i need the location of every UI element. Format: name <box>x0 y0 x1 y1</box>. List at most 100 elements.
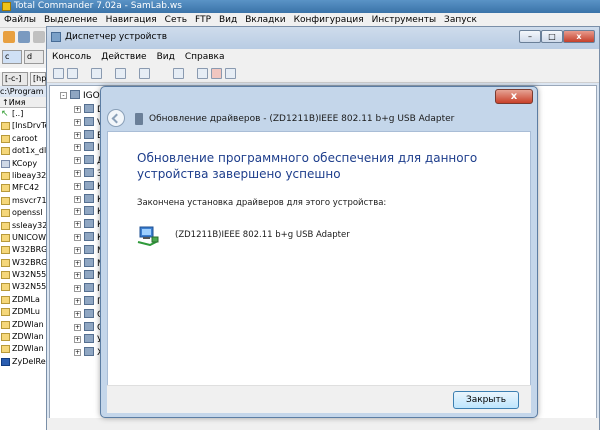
expand-icon[interactable]: + <box>74 131 81 139</box>
network-adapter-icon <box>137 224 159 247</box>
expand-icon[interactable]: + <box>74 208 81 216</box>
file-name: [InsDrvTem <box>12 121 46 131</box>
expand-icon[interactable]: + <box>74 221 81 229</box>
back-icon[interactable] <box>53 68 64 79</box>
properties-icon[interactable] <box>115 68 126 79</box>
expand-icon[interactable]: + <box>74 144 81 152</box>
file-row[interactable]: W32N55 <box>0 281 46 293</box>
expand-icon[interactable]: + <box>74 118 81 126</box>
file-icon <box>1 196 10 205</box>
file-row[interactable]: libeay32 <box>0 170 46 182</box>
expand-icon[interactable]: + <box>74 182 81 190</box>
file-row[interactable]: ZDMLa <box>0 294 46 306</box>
dm-menu-view[interactable]: Вид <box>152 49 180 65</box>
device-category-icon <box>84 168 94 177</box>
file-row[interactable]: ZyDelReg <box>0 356 46 368</box>
file-icon <box>1 233 10 242</box>
device-category-icon <box>84 155 94 165</box>
tc-title-bar: Total Commander 7.02a - SamLab.ws <box>0 0 600 13</box>
tc-column-name[interactable]: ↑Имя <box>0 97 46 108</box>
device-category-icon <box>84 334 94 344</box>
dm-menu-action[interactable]: Действие <box>96 49 151 65</box>
file-row[interactable]: ZDMLu <box>0 306 46 318</box>
expand-icon[interactable]: + <box>74 170 81 177</box>
help-icon[interactable] <box>139 68 150 79</box>
file-row[interactable]: dot1x_dll <box>0 145 46 157</box>
device-category-icon <box>84 180 94 190</box>
expand-icon[interactable]: + <box>74 106 81 113</box>
drive-c-button[interactable]: c <box>2 50 22 64</box>
file-row[interactable]: UNICOWS <box>0 232 46 244</box>
expand-icon[interactable]: + <box>74 259 81 267</box>
file-row[interactable]: [InsDrvTem <box>0 120 46 132</box>
file-row[interactable]: KCopy <box>0 158 46 170</box>
file-row[interactable]: ssleay32 <box>0 220 46 232</box>
file-icon <box>1 271 10 280</box>
tc-title-text: Total Commander 7.02a - SamLab.ws <box>14 1 182 11</box>
file-name: W32BRG5 <box>12 245 46 255</box>
file-name: ZDWlan <box>12 319 44 329</box>
expand-icon[interactable]: + <box>74 246 81 254</box>
device-category-icon <box>84 193 94 203</box>
file-name: W32N55 <box>12 282 46 292</box>
tree-device-category[interactable]: + I <box>74 142 100 154</box>
minimize-button[interactable]: – <box>519 30 541 43</box>
expand-icon[interactable]: + <box>74 157 81 165</box>
file-row[interactable]: MFC42 <box>0 182 46 194</box>
expand-icon[interactable]: + <box>74 234 81 241</box>
file-row[interactable]: ↖ [..] <box>0 108 46 120</box>
tc-toolbar <box>0 28 46 46</box>
expand-icon[interactable]: + <box>74 349 81 357</box>
tc-path-bar[interactable]: c:\Program Files <box>0 86 46 97</box>
collapse-icon[interactable]: - <box>60 92 67 99</box>
uninstall-icon[interactable] <box>211 68 222 79</box>
drive-combo[interactable]: [-c-] <box>2 72 28 86</box>
expand-icon[interactable]: + <box>74 272 81 280</box>
tc-file-list[interactable]: ↖[..][InsDrvTem carootdot1x_dllKCopylibea… <box>0 108 46 434</box>
file-row[interactable]: openssl <box>0 207 46 219</box>
forward-icon[interactable] <box>67 68 78 79</box>
back-arrow-icon[interactable] <box>107 109 125 127</box>
close-button[interactable]: x <box>563 30 595 43</box>
device-category-icon <box>84 270 94 280</box>
device-category-icon <box>84 232 94 241</box>
file-row[interactable]: ZDWlan <box>0 331 46 343</box>
drive-d-button[interactable]: d <box>24 50 44 64</box>
tc-drive-combo-row: [-c-] [hp] <box>0 72 49 86</box>
file-name: openssl <box>12 208 43 218</box>
maximize-button[interactable]: □ <box>541 30 563 43</box>
expand-icon[interactable]: + <box>74 336 81 344</box>
expand-icon[interactable]: + <box>74 298 81 305</box>
close-dialog-button[interactable]: Закрыть <box>453 391 519 409</box>
grid-icon[interactable] <box>18 31 30 43</box>
scan-hardware-icon[interactable] <box>173 68 184 79</box>
file-icon <box>1 283 10 292</box>
show-hide-tree-icon[interactable] <box>91 68 102 79</box>
tc-menu-files[interactable]: Файлы <box>0 13 40 28</box>
tree-icon[interactable] <box>33 31 45 43</box>
expand-icon[interactable]: + <box>74 310 81 318</box>
file-row[interactable]: W32N55 <box>0 269 46 281</box>
expand-icon[interactable]: + <box>74 285 81 293</box>
file-icon <box>1 333 10 342</box>
file-row[interactable]: ZDWlan <box>0 343 46 355</box>
expand-icon[interactable]: + <box>74 195 81 203</box>
dm-menu-help[interactable]: Справка <box>180 49 230 65</box>
dialog-title: Обновление драйверов - (ZD1211B)IEEE 802… <box>149 114 455 124</box>
dialog-content: Обновление программного обеспечения для … <box>107 131 531 413</box>
device-category-icon <box>84 257 94 267</box>
file-row[interactable]: caroot <box>0 133 46 145</box>
file-row[interactable]: W32BRG5 <box>0 244 46 256</box>
dm-menu-console[interactable]: Консоль <box>47 49 96 65</box>
update-driver-icon[interactable] <box>197 68 208 79</box>
file-row[interactable]: ZDWlan <box>0 319 46 331</box>
file-name: ZyDelReg <box>12 356 46 366</box>
device-category-icon <box>84 104 94 113</box>
refresh-icon[interactable] <box>3 31 15 43</box>
dialog-close-button[interactable]: x <box>495 89 533 104</box>
file-icon <box>1 308 10 317</box>
file-row[interactable]: W32BRG5 <box>0 257 46 269</box>
disable-icon[interactable] <box>225 68 236 79</box>
expand-icon[interactable]: + <box>74 323 81 331</box>
file-row[interactable]: msvcr71 <box>0 195 46 207</box>
